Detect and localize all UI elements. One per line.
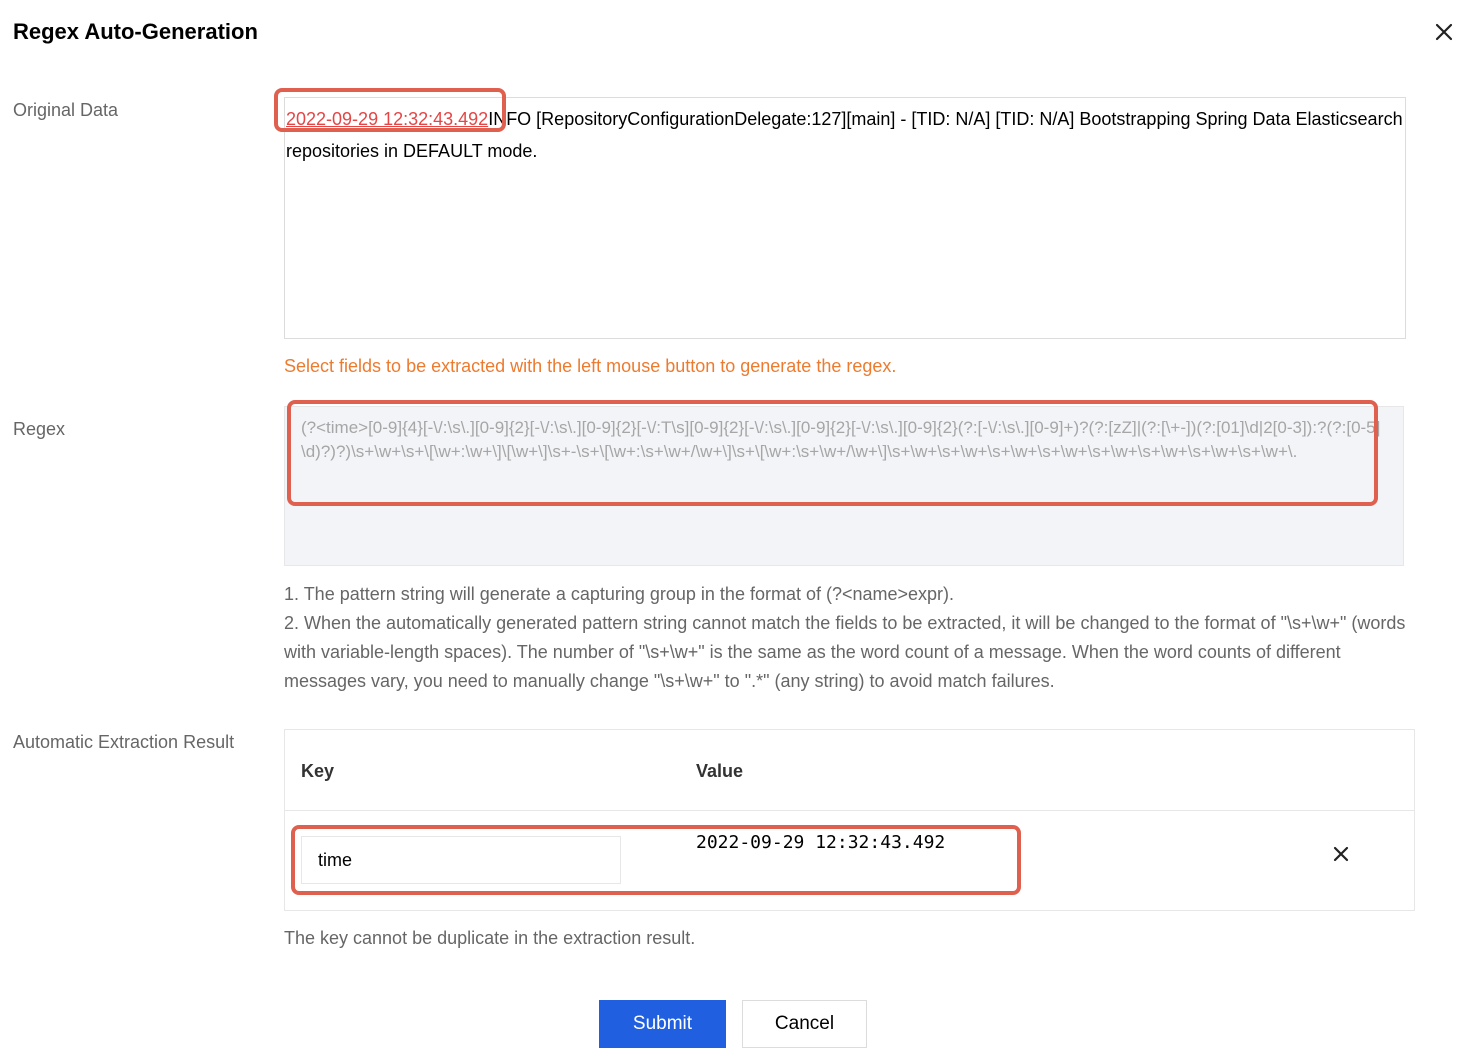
delete-row-button[interactable] bbox=[1329, 842, 1353, 866]
table-divider bbox=[285, 810, 1414, 811]
original-data-box[interactable]: 2022-09-29 12:32:43.492INFO [RepositoryC… bbox=[284, 97, 1406, 339]
dialog-title: Regex Auto-Generation bbox=[13, 19, 258, 44]
regex-note-1: 1. The pattern string will generate a ca… bbox=[284, 584, 955, 604]
column-header-key: Key bbox=[301, 761, 335, 781]
key-input[interactable] bbox=[301, 836, 621, 884]
column-header-value: Value bbox=[696, 761, 744, 781]
extraction-result-label: Automatic Extraction Result bbox=[13, 732, 235, 752]
regex-notes: 1. The pattern string will generate a ca… bbox=[284, 580, 1419, 696]
selected-field-text[interactable]: 2022-09-29 12:32:43.492 bbox=[286, 109, 488, 129]
regex-note-2: 2. When the automatically generated patt… bbox=[284, 613, 1406, 691]
duplicate-key-hint: The key cannot be duplicate in the extra… bbox=[284, 928, 696, 948]
cancel-button[interactable]: Cancel bbox=[742, 1000, 867, 1048]
selection-hint: Select fields to be extracted with the l… bbox=[284, 356, 897, 376]
original-data-label: Original Data bbox=[13, 100, 119, 120]
extracted-value: 2022-09-29 12:32:43.492 bbox=[696, 832, 946, 853]
close-icon bbox=[1435, 23, 1453, 41]
regex-label: Regex bbox=[13, 419, 66, 439]
close-icon bbox=[1333, 846, 1349, 862]
regex-textarea[interactable]: (?<time>[0-9]{4}[-\/:\s\.][0-9]{2}[-\/:\… bbox=[284, 406, 1404, 566]
submit-button[interactable]: Submit bbox=[599, 1000, 726, 1048]
dialog-close-button[interactable] bbox=[1430, 18, 1458, 46]
extraction-table: Key Value 2022-09-29 12:32:43.492 bbox=[284, 729, 1415, 911]
